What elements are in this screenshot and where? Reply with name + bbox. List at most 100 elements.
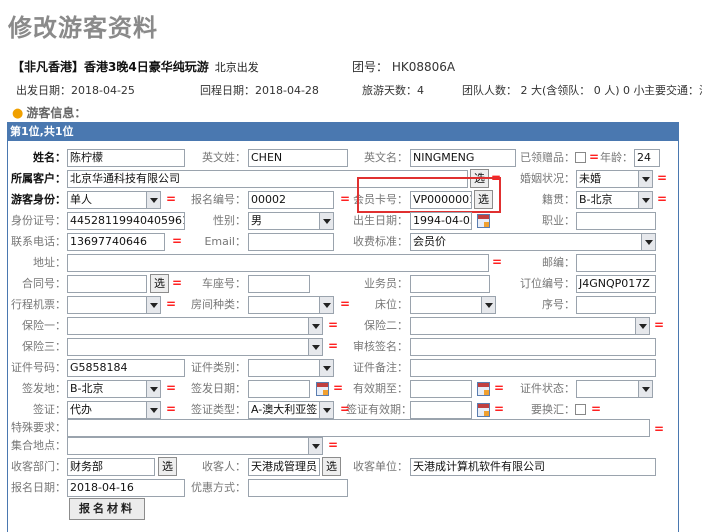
cert-note-input[interactable] bbox=[410, 359, 656, 377]
visa-type-select[interactable]: A-澳大利亚签 bbox=[248, 401, 334, 419]
job-input[interactable] bbox=[576, 212, 656, 230]
chevron-down-icon bbox=[308, 438, 322, 454]
discount-label: 优惠方式： bbox=[191, 481, 246, 494]
fee-std-select[interactable]: 会员价 bbox=[410, 233, 656, 251]
chevron-down-icon bbox=[146, 192, 160, 208]
insurance3-select[interactable] bbox=[67, 338, 323, 356]
insurance1-label: 保险一： bbox=[22, 319, 66, 332]
calendar-icon[interactable] bbox=[477, 214, 490, 228]
gift-checkbox[interactable] bbox=[575, 152, 586, 163]
en-first-input[interactable]: NINGMENG bbox=[410, 149, 516, 167]
dept-label: 收客部门： bbox=[11, 460, 66, 473]
required-mark: = bbox=[328, 318, 339, 332]
audit-input[interactable] bbox=[410, 338, 656, 356]
seat-input[interactable] bbox=[248, 275, 310, 293]
order-no-label: 订位编号： bbox=[520, 277, 575, 290]
visa-select[interactable]: 代办 bbox=[67, 401, 161, 419]
required-mark: = bbox=[166, 192, 177, 206]
receiver-input[interactable]: 天港成管理员 bbox=[248, 458, 320, 476]
required-mark: = bbox=[328, 438, 339, 452]
fee-std-label: 收费标准： bbox=[353, 235, 408, 248]
identity-label: 游客身份： bbox=[11, 193, 66, 206]
receiver-select-button[interactable]: 选 bbox=[322, 457, 341, 476]
chevron-down-icon bbox=[635, 318, 649, 334]
address-input[interactable] bbox=[67, 254, 489, 272]
issue-date-input[interactable] bbox=[248, 380, 310, 398]
reg-no-input[interactable]: 00002 bbox=[248, 191, 334, 209]
insurance3-label: 保险三： bbox=[22, 340, 66, 353]
exchange-checkbox[interactable] bbox=[575, 404, 586, 415]
chevron-down-icon bbox=[638, 171, 652, 187]
contract-select-button[interactable]: 选 bbox=[150, 274, 169, 293]
native-select[interactable]: B-北京 bbox=[576, 191, 653, 209]
age-input[interactable]: 24 bbox=[634, 149, 660, 167]
zip-input[interactable] bbox=[576, 254, 656, 272]
required-mark: = bbox=[172, 276, 183, 290]
flight-select[interactable] bbox=[67, 296, 161, 314]
gender-select[interactable]: 男 bbox=[248, 212, 334, 230]
chevron-down-icon bbox=[638, 192, 652, 208]
visa-type-label: 签证类型： bbox=[191, 403, 246, 416]
contract-input[interactable] bbox=[67, 275, 147, 293]
chevron-down-icon bbox=[319, 297, 333, 313]
calendar-icon[interactable] bbox=[316, 382, 329, 396]
name-input[interactable]: 陈柠檬 bbox=[67, 149, 185, 167]
birth-input[interactable]: 1994-04-05 bbox=[410, 212, 472, 230]
required-mark: = bbox=[172, 234, 183, 248]
dept-input[interactable]: 财务部 bbox=[67, 458, 155, 476]
cert-type-label: 证件类别： bbox=[191, 361, 246, 374]
id-card-input[interactable]: 445281199404059614 bbox=[67, 212, 185, 230]
required-mark: = bbox=[333, 381, 344, 395]
required-mark: = bbox=[340, 297, 351, 311]
required-mark: = bbox=[657, 192, 668, 206]
calendar-icon[interactable] bbox=[477, 403, 490, 417]
issue-place-select[interactable]: B-北京 bbox=[67, 380, 161, 398]
special-input[interactable] bbox=[67, 419, 650, 437]
transport: 主要交通：汽 bbox=[644, 84, 702, 97]
discount-input[interactable] bbox=[248, 479, 348, 497]
cert-status-label: 证件状态： bbox=[520, 382, 575, 395]
chevron-down-icon bbox=[308, 318, 322, 334]
marital-select[interactable]: 未婚 bbox=[576, 170, 653, 188]
meeting-select[interactable] bbox=[67, 437, 323, 455]
audit-label: 审核签名： bbox=[353, 340, 408, 353]
required-mark: = bbox=[654, 422, 665, 436]
email-input[interactable] bbox=[248, 233, 334, 251]
cert-no-label: 证件号码： bbox=[11, 361, 66, 374]
order-no-input[interactable]: J4GNQP017Z bbox=[576, 275, 656, 293]
required-mark: = bbox=[166, 381, 177, 395]
page-title: 修改游客资料 bbox=[8, 14, 158, 42]
phone-input[interactable]: 13697740646 bbox=[67, 233, 165, 251]
identity-select[interactable]: 单人 bbox=[67, 191, 161, 209]
flight-label: 行程机票： bbox=[11, 298, 66, 311]
insurance2-label: 保险二： bbox=[364, 319, 408, 332]
sales-input[interactable] bbox=[410, 275, 490, 293]
dept-select-button[interactable]: 选 bbox=[158, 457, 177, 476]
special-label: 特殊要求： bbox=[11, 421, 66, 434]
seq-input[interactable] bbox=[576, 296, 656, 314]
bed-select[interactable] bbox=[410, 296, 496, 314]
cert-status-select[interactable] bbox=[576, 380, 653, 398]
insurance1-select[interactable] bbox=[67, 317, 323, 335]
cert-type-select[interactable] bbox=[248, 359, 334, 377]
unit-input[interactable]: 天港成计算机软件有限公司 bbox=[410, 458, 656, 476]
issue-place-label: 签发地： bbox=[22, 382, 66, 395]
calendar-icon[interactable] bbox=[477, 382, 490, 396]
insurance2-select[interactable] bbox=[410, 317, 650, 335]
room-select[interactable] bbox=[248, 296, 334, 314]
reg-date-input[interactable]: 2018-04-16 bbox=[67, 479, 185, 497]
member-card-highlight bbox=[357, 177, 501, 213]
cert-no-input[interactable]: G5858184 bbox=[67, 359, 185, 377]
tour-days: 旅游天数：4 bbox=[362, 84, 424, 97]
job-label: 职业： bbox=[542, 214, 575, 227]
customer-label: 所属客户： bbox=[11, 172, 66, 185]
valid-input[interactable] bbox=[410, 380, 472, 398]
visa-valid-label: 签证有效期： bbox=[346, 403, 412, 416]
chevron-down-icon bbox=[146, 402, 160, 418]
visa-valid-input[interactable] bbox=[410, 401, 472, 419]
en-last-label: 英文姓： bbox=[202, 151, 246, 164]
email-label: Email： bbox=[204, 235, 246, 248]
en-last-input[interactable]: CHEN bbox=[248, 149, 348, 167]
departure-city: 北京出发 bbox=[214, 61, 259, 74]
submit-materials-button[interactable]: 报名材料 bbox=[69, 498, 145, 520]
